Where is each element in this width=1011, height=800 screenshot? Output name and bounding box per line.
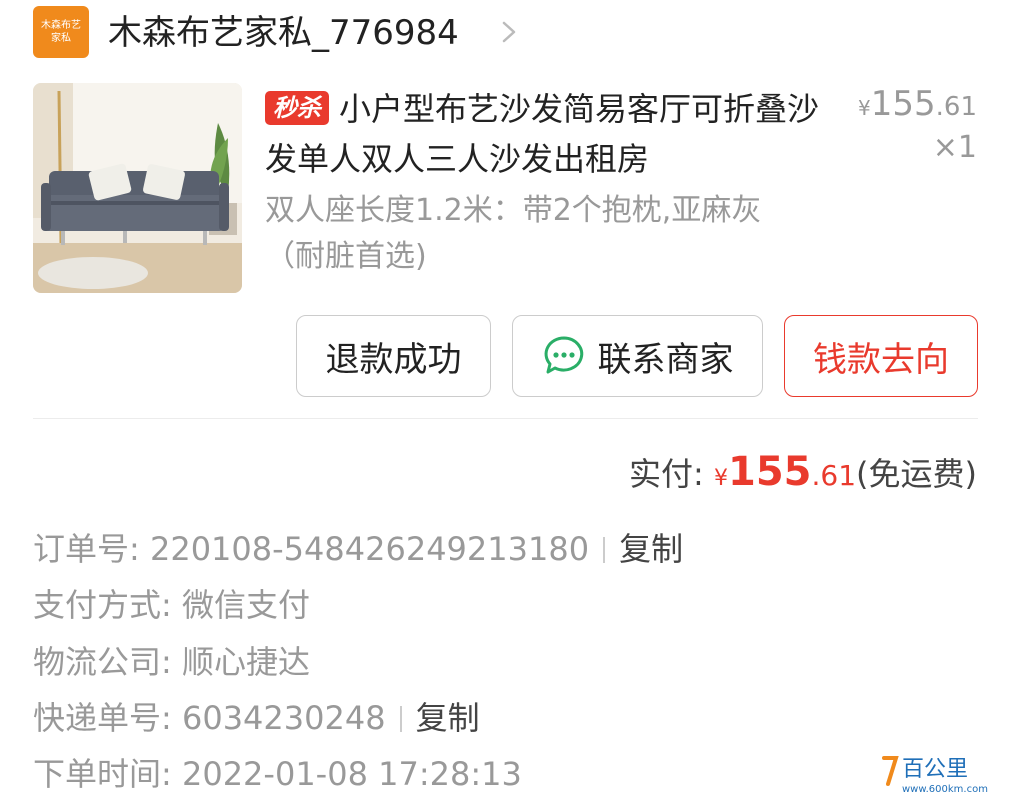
- order-number-row: 订单号: 220108-548426249213180 复制: [33, 524, 683, 574]
- separator: [399, 706, 402, 732]
- logistics-row: 物流公司: 顺心捷达: [33, 637, 310, 687]
- watermark-url: www.600km.com: [902, 784, 988, 795]
- order-time-value: 2022-01-08 17:28:13: [181, 755, 522, 793]
- paid-integer: 155: [727, 449, 812, 495]
- price-currency: ¥: [858, 96, 871, 120]
- shop-logo[interactable]: 木森布艺家私: [33, 6, 89, 58]
- copy-tracking-number-button[interactable]: 复制: [416, 699, 480, 737]
- contact-seller-label: 联系商家: [597, 339, 734, 380]
- order-time-row: 下单时间: 2022-01-08 17:28:13: [33, 749, 522, 799]
- product-title-text[interactable]: 小户型布艺沙发简易客厅可折叠沙发单人双人三人沙发出租房: [265, 90, 819, 178]
- money-flow-label: 钱款去向: [813, 339, 949, 380]
- refund-status-label: 退款成功: [325, 339, 462, 380]
- amount-paid: 实付: ¥155.61(免运费): [629, 448, 977, 503]
- tracking-number-label: 快递单号:: [33, 699, 172, 737]
- tracking-number-value: 6034230248: [181, 699, 386, 737]
- chevron-right-icon[interactable]: [498, 15, 522, 49]
- divider: [33, 418, 978, 419]
- shop-name[interactable]: 木森布艺家私_776984: [108, 10, 459, 56]
- paid-label: 实付:: [629, 455, 704, 493]
- refund-status-button[interactable]: 退款成功: [296, 315, 491, 397]
- price-integer: 155: [870, 84, 936, 124]
- logistics-label: 物流公司:: [33, 643, 172, 681]
- order-number-label: 订单号:: [33, 530, 140, 568]
- product-price: ¥155.61: [858, 84, 977, 124]
- payment-method-row: 支付方式: 微信支付: [33, 580, 310, 630]
- watermark-brand: 百公里: [902, 757, 968, 782]
- price-decimal: .61: [935, 92, 977, 122]
- order-time-label: 下单时间:: [33, 755, 172, 793]
- flash-sale-badge: 秒杀: [265, 91, 329, 125]
- money-flow-button[interactable]: 钱款去向: [784, 315, 978, 397]
- product-title[interactable]: 秒杀 小户型布艺沙发简易客厅可折叠沙发单人双人三人沙发出租房: [265, 84, 825, 184]
- product-spec: 双人座长度1.2米：带2个抱枕,亚麻灰（耐脏首选): [265, 193, 762, 274]
- contact-seller-button[interactable]: 联系商家: [512, 315, 763, 397]
- product-quantity: ×1: [932, 130, 977, 165]
- product-image[interactable]: [33, 83, 242, 293]
- paid-currency: ¥: [713, 466, 728, 491]
- paid-decimal: .61: [811, 459, 857, 492]
- chat-bubble-icon: [544, 336, 583, 374]
- payment-method-label: 支付方式:: [33, 586, 172, 624]
- copy-order-number-button[interactable]: 复制: [619, 530, 683, 568]
- order-number-value: 220108-548426249213180: [149, 530, 590, 568]
- shipping-note: (免运费): [856, 455, 977, 493]
- payment-method-value: 微信支付: [181, 586, 310, 624]
- watermark-logo: 百公里 www.600km.com: [882, 756, 988, 795]
- logistics-value: 顺心捷达: [181, 643, 310, 681]
- tracking-number-row: 快递单号: 6034230248 复制: [33, 693, 480, 743]
- separator: [603, 537, 606, 563]
